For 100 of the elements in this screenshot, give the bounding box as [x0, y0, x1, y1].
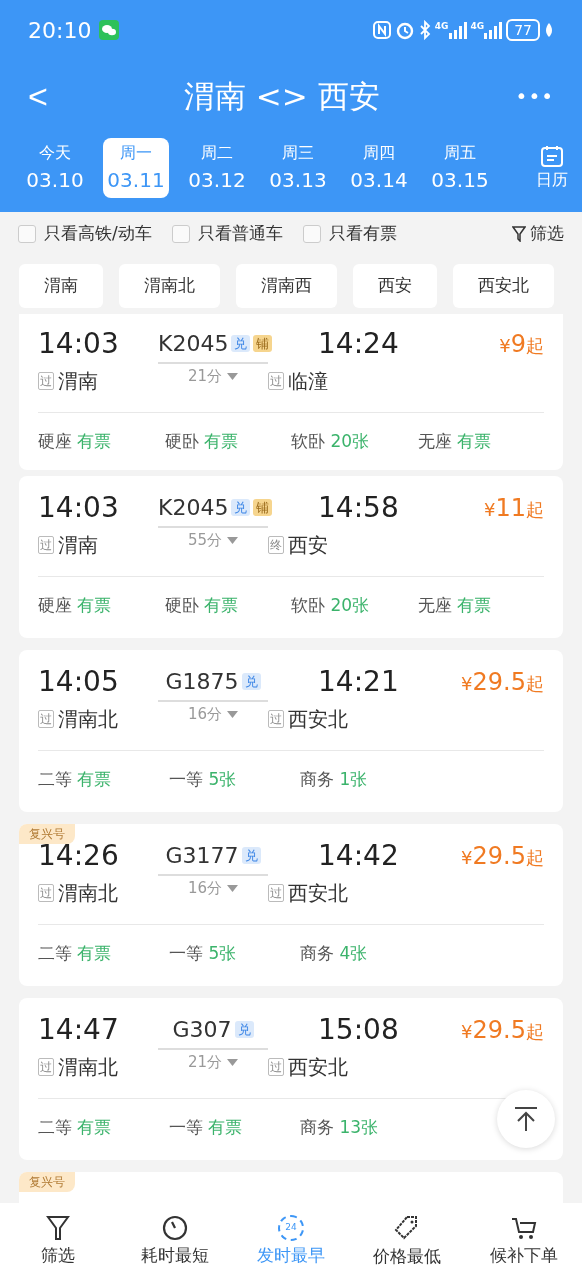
train-badge: 兑: [231, 335, 251, 352]
arrive-time: 14:42: [318, 838, 400, 874]
train-card[interactable]: 14:47 G307 $^{兑}$ 21分 15:08 ¥29.5起 过 渭南北 过 西安北 二等 有票 一等 有票 商务 13张: [19, 998, 563, 1160]
stop-badge: 过: [38, 536, 54, 554]
train-number: G307: [172, 1017, 232, 1042]
seat-availability: 无座 有票: [417, 594, 492, 618]
seat-availability: 一等 有票: [169, 1116, 244, 1140]
filter-checkbox[interactable]: 只看普通车: [171, 221, 283, 247]
train-card[interactable]: 复兴号 14:26 G3177 $^{兑}$ 16分 14:42 ¥29.5起 过 渭南北 过 西安北 二等 有票 一等 5张 商务 4张: [19, 824, 563, 986]
calendar-icon: [540, 144, 564, 168]
seat-availability: 商务 4张: [300, 942, 369, 966]
stop-badge: 过: [38, 372, 54, 390]
stop-badge: 过: [38, 1058, 54, 1076]
filter-button[interactable]: 筛选: [512, 221, 564, 247]
stop-badge: 过: [38, 884, 54, 902]
arrive-time: 14:58: [318, 490, 400, 526]
train-number: G1875: [165, 669, 239, 694]
train-badge: 兑: [234, 1021, 254, 1038]
depart-time: 14:03: [38, 490, 120, 526]
stop-badge: 过: [268, 710, 284, 728]
seat-availability: 硬卧 有票: [164, 430, 239, 454]
seat-availability: 软卧 20张: [291, 430, 371, 454]
price: ¥9起: [499, 329, 544, 360]
arrive-time: 15:08: [318, 1012, 400, 1048]
filter-icon: [512, 226, 526, 242]
network-type: 4G: [470, 22, 485, 31]
bluetooth-icon: [418, 20, 431, 40]
depart-time: 14:03: [38, 326, 120, 362]
seat-availability: 无座 有票: [417, 430, 492, 454]
bottom-tab[interactable]: 候补下单: [465, 1203, 582, 1280]
seat-availability: 二等 有票: [38, 1116, 113, 1140]
stop-badge: 终: [268, 536, 284, 554]
stop-badge: 过: [38, 710, 54, 728]
station-name: 渭南北: [58, 1054, 118, 1081]
filter-checkbox[interactable]: 只看有票: [302, 221, 397, 247]
train-number: G3177: [165, 843, 239, 868]
train-badge: 铺: [253, 335, 273, 352]
seat-availability: 硬卧 有票: [164, 594, 239, 618]
station-chip[interactable]: 西安北: [453, 264, 554, 308]
seat-availability: 一等 5张: [169, 768, 238, 792]
signal-icon: [448, 21, 467, 39]
price: ¥29.5起: [461, 667, 544, 698]
depart-time: 14:05: [38, 664, 120, 700]
train-number: K2045: [158, 331, 229, 356]
alarm-icon: [394, 20, 415, 40]
leaf-icon: [544, 22, 554, 38]
station-chip[interactable]: 渭南西: [236, 264, 337, 308]
seat-availability: 商务 1张: [300, 768, 369, 792]
stop-badge: 过: [268, 884, 284, 902]
bottom-tab[interactable]: 耗时最短: [116, 1203, 233, 1280]
timer-icon: [161, 1214, 188, 1241]
bottom-tab[interactable]: 价格最低: [349, 1203, 466, 1280]
clock-icon: 24: [278, 1214, 304, 1241]
train-card[interactable]: 14:05 G1875 $^{兑}$ 16分 14:21 ¥29.5起 过 渭南北 过 西安北 二等 有票 一等 5张 商务 1张: [19, 650, 563, 812]
price: ¥29.5起: [461, 1015, 544, 1046]
station-name: 西安: [288, 532, 328, 559]
network-type: 4G: [434, 22, 449, 31]
chat-app-icon: [99, 20, 120, 40]
depart-time: 14:47: [38, 1012, 120, 1048]
caret-icon: [226, 885, 238, 892]
caret-icon: [226, 711, 238, 718]
seat-availability: 商务 13张: [300, 1116, 380, 1140]
caret-icon: [226, 1059, 238, 1066]
signal-icon: [484, 21, 503, 39]
train-badge: 兑: [241, 847, 261, 864]
train-badge: 兑: [241, 673, 261, 690]
station-name: 渭南: [58, 532, 98, 559]
price: ¥29.5起: [461, 841, 544, 872]
caret-icon: [226, 373, 238, 380]
stop-badge: 过: [268, 1058, 284, 1076]
station-name: 渭南: [58, 368, 98, 395]
status-time: 20:10: [28, 16, 92, 45]
station-name: 渭南北: [58, 706, 118, 733]
bottom-tab[interactable]: 筛选: [0, 1203, 117, 1280]
seat-availability: 一等 5张: [169, 942, 238, 966]
seat-availability: 二等 有票: [38, 768, 113, 792]
train-number: K2045: [158, 495, 229, 520]
arrive-time: 14:21: [318, 664, 400, 700]
battery-level: 77: [506, 19, 540, 41]
station-name: 西安北: [288, 880, 348, 907]
station-chip[interactable]: 渭南北: [119, 264, 220, 308]
filter-checkbox[interactable]: 只看高铁/动车: [18, 221, 152, 247]
train-badge: 铺: [253, 499, 273, 516]
page-title: 渭南 <> 西安: [183, 76, 380, 116]
stop-badge: 过: [268, 372, 284, 390]
filter-icon: [46, 1214, 71, 1241]
arrow-up-icon: [513, 1106, 539, 1132]
train-badge: 兑: [231, 499, 251, 516]
station-name: 临潼: [288, 368, 328, 395]
price: ¥11起: [484, 493, 544, 524]
seat-availability: 二等 有票: [38, 942, 113, 966]
caret-icon: [226, 537, 238, 544]
station-name: 渭南北: [58, 880, 118, 907]
train-tag: 复兴号: [19, 824, 75, 844]
station-name: 西安北: [288, 706, 348, 733]
arrive-time: 14:24: [318, 326, 400, 362]
station-chip[interactable]: 渭南: [19, 264, 103, 308]
station-name: 西安北: [288, 1054, 348, 1081]
station-chip[interactable]: 西安: [353, 264, 437, 308]
seat-availability: 软卧 20张: [291, 594, 371, 618]
